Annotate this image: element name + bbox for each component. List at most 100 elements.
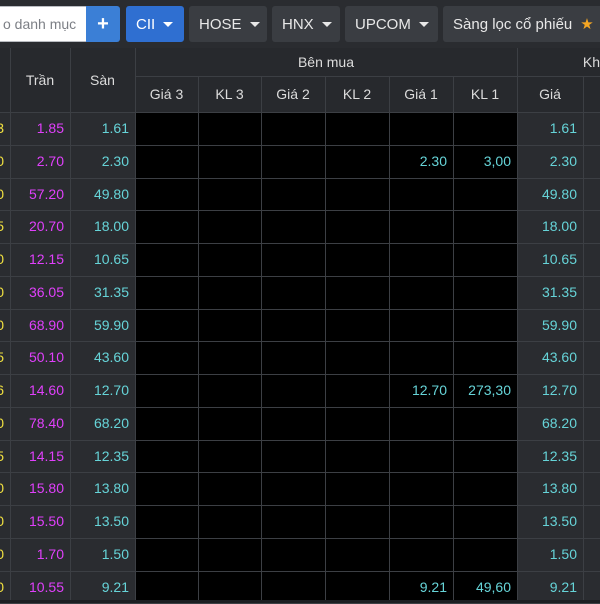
gia1-cell — [389, 440, 453, 473]
gia1-cell — [389, 538, 453, 571]
table-row[interactable]: 0 2.70 2.30 2.30 3,00 2.30 — [0, 145, 600, 178]
row-divider — [0, 406, 600, 408]
dropdown-hose[interactable]: HOSE — [189, 6, 267, 42]
khop-gia-cell: 10.65 — [541, 251, 577, 267]
stock-screener-button[interactable]: Sàng lọc cổ phiếu ★ — [443, 6, 600, 42]
reference-price-cell: 6 — [0, 382, 4, 398]
reference-price-cell: 0 — [0, 251, 4, 267]
row-divider — [0, 112, 600, 113]
gia1-cell — [389, 112, 453, 145]
san-cell: 1.61 — [101, 120, 129, 136]
row-divider — [0, 537, 600, 539]
dropdown-label: HNX — [282, 15, 314, 33]
row-divider — [0, 472, 600, 474]
kl1-cell: 3,00 — [483, 152, 511, 169]
khop-gia-cell: 31.35 — [541, 283, 577, 300]
gia1-cell — [389, 505, 453, 538]
san-cell: 1.50 — [101, 545, 129, 562]
kl1-cell: 273,30 — [468, 382, 511, 398]
reference-price-cell: 3 — [0, 120, 4, 136]
header-divider — [135, 76, 600, 77]
table-row[interactable]: 0 15.50 13.50 13.50 — [0, 505, 600, 538]
gia1-cell — [389, 276, 453, 309]
table-row[interactable]: 5 14.15 12.35 12.35 — [0, 440, 600, 473]
header-matched-price: Giá — [539, 86, 561, 102]
table-row[interactable]: 0 15.80 13.80 13.80 — [0, 472, 600, 505]
table-row[interactable]: 0 10.55 9.21 9.21 49,60 9.21 — [0, 571, 600, 604]
table-row[interactable]: 5 20.70 18.00 18.00 — [0, 210, 600, 243]
row-divider — [0, 308, 600, 310]
gia1-cell — [389, 309, 453, 342]
san-cell: 43.60 — [93, 349, 129, 366]
column-divider — [453, 76, 454, 600]
reference-price-cell: 5 — [0, 218, 4, 235]
table-row[interactable]: 0 12.15 10.65 10.65 — [0, 243, 600, 276]
add-watchlist-button[interactable]: + — [86, 6, 120, 42]
tran-cell: 15.50 — [28, 513, 64, 529]
tran-cell: 2.70 — [36, 152, 64, 169]
san-cell: 59.90 — [93, 316, 129, 333]
khop-gia-cell: 18.00 — [541, 218, 577, 235]
row-divider — [0, 144, 600, 146]
table-row[interactable]: 0 68.90 59.90 59.90 — [0, 309, 600, 342]
caret-down-icon — [163, 21, 174, 27]
table-row[interactable]: 5 50.10 43.60 43.60 — [0, 341, 600, 374]
reference-price-cell: 0 — [0, 152, 4, 169]
watchlist-search-input[interactable] — [0, 6, 86, 42]
reference-price-cell: 5 — [0, 349, 4, 366]
table-row[interactable]: 0 1.70 1.50 1.50 — [0, 538, 600, 571]
table-row[interactable]: 3 1.85 1.61 1.61 — [0, 112, 600, 145]
san-cell: 2.30 — [101, 152, 129, 169]
tran-cell: 57.20 — [28, 185, 64, 202]
header-ceiling: Trần — [25, 72, 55, 88]
row-divider — [0, 275, 600, 277]
dropdown-hnx[interactable]: HNX — [272, 6, 340, 42]
khop-gia-cell: 9.21 — [549, 578, 577, 595]
column-divider — [10, 48, 11, 600]
gia1-cell: 12.70 — [411, 382, 447, 398]
reference-price-cell: 0 — [0, 480, 4, 497]
tran-cell: 14.60 — [28, 382, 64, 398]
san-cell: 9.21 — [101, 578, 129, 595]
kl1-cell — [453, 309, 517, 342]
san-cell: 13.50 — [93, 513, 129, 529]
table-row[interactable]: 6 14.60 12.70 12.70 273,30 12.70 — [0, 374, 600, 407]
reference-price-cell: 0 — [0, 513, 4, 529]
row-divider — [0, 177, 600, 179]
san-cell: 68.20 — [93, 414, 129, 431]
row-divider — [0, 341, 600, 343]
reference-price-cell: 0 — [0, 185, 4, 202]
khop-gia-cell: 1.50 — [549, 545, 577, 562]
san-cell: 31.35 — [93, 283, 129, 300]
table-row[interactable]: 0 57.20 49.80 49.80 — [0, 178, 600, 211]
reference-price-cell: 0 — [0, 283, 4, 300]
column-divider — [135, 48, 136, 600]
san-cell: 13.80 — [93, 480, 129, 497]
khop-gia-cell: 12.70 — [541, 382, 577, 398]
row-divider — [0, 439, 600, 441]
kl1-cell — [453, 243, 517, 276]
column-divider — [583, 76, 584, 600]
table-row[interactable]: 0 36.05 31.35 31.35 — [0, 276, 600, 309]
san-cell: 18.00 — [93, 218, 129, 235]
column-divider — [261, 76, 262, 600]
tran-cell: 1.85 — [36, 120, 64, 136]
price-board: Trần Sàn Bên mua Giá 3 KL 3 Giá 2 KL 2 G… — [0, 48, 600, 604]
header-bid-price-2: Giá 2 — [276, 86, 310, 102]
reference-price-cell: 0 — [0, 316, 4, 333]
khop-gia-cell: 12.35 — [541, 447, 577, 464]
header-bid-vol-3: KL 3 — [215, 86, 244, 102]
khop-gia-cell: 1.61 — [549, 120, 577, 136]
table-row[interactable]: 0 78.40 68.20 68.20 — [0, 407, 600, 440]
gia1-cell — [389, 341, 453, 374]
kl1-cell — [453, 112, 517, 145]
dropdown-watchlist[interactable]: CII — [126, 6, 184, 42]
header-bid-vol-2: KL 2 — [342, 86, 372, 102]
header-buy-side: Bên mua — [297, 54, 355, 70]
row-divider — [0, 374, 600, 375]
tran-cell: 50.10 — [28, 349, 64, 366]
san-cell: 49.80 — [93, 185, 129, 202]
dropdown-upcom[interactable]: UPCOM — [345, 6, 438, 42]
header-matched: Kh — [582, 54, 600, 70]
header-bid-price-1: Giá 1 — [404, 86, 438, 102]
